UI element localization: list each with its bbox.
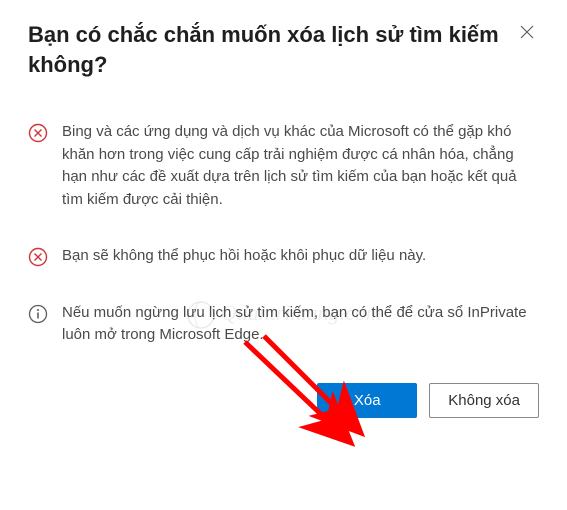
warning-item: Bạn sẽ không thể phục hồi hoặc khôi phục…: [28, 245, 539, 268]
close-button[interactable]: [515, 20, 539, 47]
confirm-dialog: Bạn có chắc chắn muốn xóa lịch sử tìm ki…: [0, 0, 567, 438]
info-item: Nếu muốn ngừng lưu lịch sử tìm kiếm, bạn…: [28, 302, 539, 347]
dialog-title: Bạn có chắc chắn muốn xóa lịch sử tìm ki…: [28, 20, 505, 79]
close-icon: [519, 24, 535, 43]
warning-text: Bạn sẽ không thể phục hồi hoặc khôi phục…: [62, 245, 426, 268]
dialog-body: Bing và các ứng dụng và dịch vụ khác của…: [28, 121, 539, 347]
dialog-footer: Xóa Không xóa: [28, 383, 539, 418]
confirm-button[interactable]: Xóa: [317, 383, 417, 418]
info-text: Nếu muốn ngừng lưu lịch sử tìm kiếm, bạn…: [62, 302, 539, 347]
warning-item: Bing và các ứng dụng và dịch vụ khác của…: [28, 121, 539, 211]
warning-text: Bing và các ứng dụng và dịch vụ khác của…: [62, 121, 539, 211]
cancel-button[interactable]: Không xóa: [429, 383, 539, 418]
dialog-header: Bạn có chắc chắn muốn xóa lịch sử tìm ki…: [28, 20, 539, 79]
error-icon: [28, 123, 48, 143]
info-icon: [28, 304, 48, 324]
error-icon: [28, 247, 48, 267]
